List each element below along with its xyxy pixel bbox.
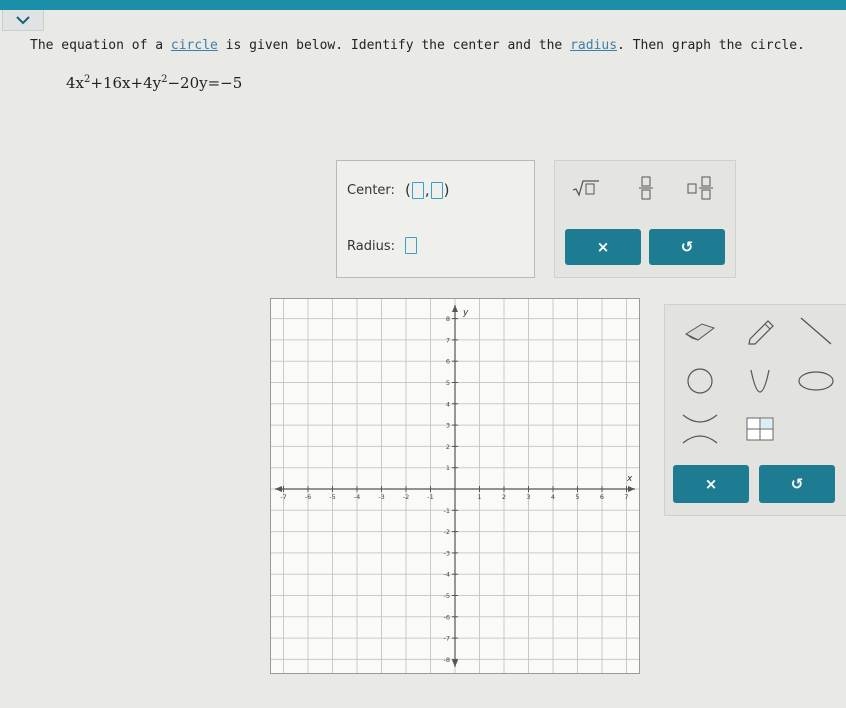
line-icon	[800, 317, 832, 345]
radius-label: Radius:	[347, 239, 395, 254]
math-palette: × ↺	[554, 160, 736, 278]
parabola-icon	[750, 369, 770, 393]
undo-icon: ↺	[680, 238, 694, 256]
x-tick-label: -1	[427, 493, 433, 501]
y-tick-label: -6	[444, 613, 450, 621]
answer-box: Center: ( , ) Radius:	[336, 160, 535, 278]
x-tick-label: 3	[526, 493, 530, 501]
y-tick-label: -8	[444, 656, 450, 664]
graph-clear-button[interactable]: ×	[673, 465, 749, 503]
undo-icon: ↺	[790, 475, 804, 493]
x-axis-label: x	[626, 474, 633, 484]
x-axis-arrow-icon	[628, 486, 635, 492]
sqrt-button[interactable]	[569, 175, 603, 201]
y-tick-label: 3	[446, 422, 450, 430]
y-axis-label: y	[462, 308, 469, 318]
y-axis-arrow-icon	[452, 660, 458, 667]
y-tick-label: 5	[446, 379, 450, 387]
sqrt-icon	[572, 180, 599, 197]
center-y-input[interactable]	[430, 181, 443, 199]
y-tick-label: 2	[446, 443, 450, 451]
circle-icon	[687, 368, 713, 394]
table-icon	[746, 417, 774, 441]
mixed-number-icon	[687, 176, 713, 200]
equation: 4x2+16x+4y2−20y=−5	[66, 74, 243, 92]
graph-undo-button[interactable]: ↺	[759, 465, 835, 503]
circle-tool[interactable]	[675, 363, 725, 399]
pencil-tool[interactable]	[735, 313, 785, 349]
x-tick-label: -3	[378, 493, 384, 501]
y-tick-label: -5	[444, 592, 450, 600]
graph-canvas[interactable]: x y -8 -7 -6 -5 -4 -3 -2 -1 1 2 3 4 5 6 7 8 1 -1 2 -2 3 -3 4 -4 5 -…	[256, 298, 653, 674]
line-tool[interactable]	[791, 313, 841, 349]
mixed-number-button[interactable]	[683, 173, 719, 203]
ellipse-tool[interactable]	[791, 363, 841, 399]
circle-link[interactable]: circle	[171, 38, 218, 53]
ellipse-icon	[798, 371, 834, 391]
x-tick-label: 6	[600, 493, 604, 501]
fraction-icon	[639, 176, 653, 200]
x-tick-label: 2	[502, 493, 506, 501]
x-axis-arrow-icon	[275, 486, 282, 492]
coordinate-grid[interactable]: x y -8 -7 -6 -5 -4 -3 -2 -1 1 2 3 4 5 6 7 8 1 -1 2 -2 3 -3 4 -4 5 -…	[256, 299, 653, 673]
y-tick-label: -3	[444, 549, 450, 557]
y-tick-label: -2	[444, 528, 450, 536]
top-bar	[0, 0, 846, 10]
chevron-down-icon	[16, 16, 30, 25]
y-tick-label: 8	[446, 315, 450, 323]
hyperbola-icon	[682, 414, 718, 444]
y-tick-label: 1	[446, 464, 450, 472]
collapse-toggle[interactable]	[2, 10, 44, 31]
x-tick-label: -6	[305, 493, 311, 501]
x-tick-label: -7	[280, 493, 286, 501]
x-tick-label: -2	[403, 493, 409, 501]
close-icon: ×	[704, 475, 718, 493]
x-tick-label: 1	[477, 493, 481, 501]
center-x-input[interactable]	[411, 181, 424, 199]
y-tick-label: -7	[444, 635, 450, 643]
x-tick-label: 4	[551, 493, 555, 501]
y-tick-label: 4	[446, 400, 450, 408]
x-tick-label: -4	[354, 493, 360, 501]
clear-button[interactable]: ×	[565, 229, 641, 265]
fraction-button[interactable]	[633, 173, 659, 203]
pencil-icon	[748, 320, 774, 345]
y-tick-label: -4	[444, 571, 450, 579]
table-tool[interactable]	[735, 411, 785, 447]
x-tick-label: 5	[575, 493, 579, 501]
center-input: ( , )	[405, 181, 450, 199]
eraser-icon	[684, 323, 716, 341]
question-text: The equation of a circle is given below.…	[30, 38, 805, 53]
close-icon: ×	[596, 238, 610, 256]
radius-link[interactable]: radius	[570, 38, 617, 53]
x-tick-label: -5	[329, 493, 335, 501]
x-tick-label: 7	[624, 493, 628, 501]
graph-tool-panel: × ↺	[664, 304, 846, 516]
eraser-tool[interactable]	[675, 313, 725, 349]
y-tick-label: 6	[446, 358, 450, 366]
radius-input[interactable]	[405, 237, 417, 254]
y-tick-label: 7	[446, 336, 450, 344]
center-label: Center:	[347, 183, 395, 198]
y-axis-arrow-icon	[452, 305, 458, 312]
y-tick-label: -1	[444, 507, 450, 515]
hyperbola-tool[interactable]	[675, 411, 725, 447]
undo-button[interactable]: ↺	[649, 229, 725, 265]
parabola-tool[interactable]	[735, 363, 785, 399]
